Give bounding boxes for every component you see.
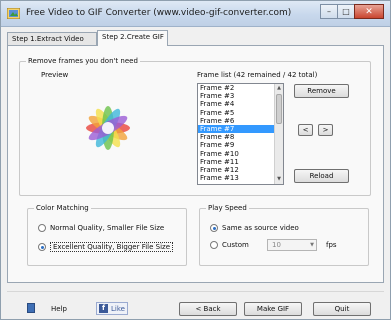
list-item[interactable]: Frame #10 bbox=[198, 150, 283, 158]
facebook-icon: f bbox=[99, 304, 108, 313]
scroll-down-icon[interactable]: ▼ bbox=[275, 175, 283, 184]
custom-speed-radio[interactable] bbox=[210, 241, 218, 249]
list-item[interactable]: Frame #4 bbox=[198, 100, 283, 108]
help-book-icon[interactable] bbox=[27, 303, 35, 313]
same-as-source-radio[interactable] bbox=[210, 224, 218, 232]
custom-fps-select[interactable]: 10 ▼ bbox=[267, 239, 317, 251]
list-item-selected[interactable]: Frame #7 bbox=[198, 124, 283, 134]
list-item[interactable]: Frame #6 bbox=[198, 117, 283, 125]
play-speed-title: Play Speed bbox=[206, 204, 249, 212]
back-button[interactable]: < Back bbox=[179, 302, 237, 316]
excellent-quality-label: Excellent Quality, Bigger File Size bbox=[50, 242, 174, 252]
frame-list[interactable]: Frame #2 Frame #3 Frame #4 Frame #5 Fram… bbox=[197, 83, 284, 185]
list-item[interactable]: Frame #8 bbox=[198, 133, 283, 141]
list-item[interactable]: Frame #13 bbox=[198, 174, 283, 182]
same-as-source-label: Same as source video bbox=[222, 224, 299, 232]
custom-fps-value: 10 bbox=[272, 241, 281, 249]
color-matching-group: Color Matching bbox=[27, 204, 187, 266]
next-frame-button[interactable]: > bbox=[318, 124, 333, 136]
custom-speed-option[interactable]: Custom bbox=[210, 241, 249, 249]
app-icon bbox=[7, 8, 20, 19]
tab-create-gif[interactable]: Step 2.Create GIF bbox=[97, 30, 168, 46]
facebook-like-button[interactable]: f Like bbox=[96, 302, 128, 315]
list-item[interactable]: Frame #9 bbox=[198, 141, 283, 149]
window-title: Free Video to GIF Converter (www.video-g… bbox=[26, 8, 292, 18]
scroll-thumb[interactable] bbox=[276, 94, 282, 124]
footer-divider bbox=[7, 291, 384, 292]
frame-list-label: Frame list (42 remained / 42 total) bbox=[197, 71, 318, 79]
tab-extract-video[interactable]: Step 1.Extract Video bbox=[7, 32, 97, 46]
quit-button[interactable]: Quit bbox=[313, 302, 371, 316]
custom-speed-label: Custom bbox=[222, 241, 249, 249]
like-label: Like bbox=[111, 304, 125, 313]
window-controls: – □ ✕ bbox=[320, 4, 384, 20]
same-as-source-option[interactable]: Same as source video bbox=[210, 224, 299, 232]
color-matching-title: Color Matching bbox=[34, 204, 91, 212]
remove-frames-title: Remove frames you don't need bbox=[26, 57, 140, 65]
title-bar[interactable]: Free Video to GIF Converter (www.video-g… bbox=[1, 1, 390, 27]
excellent-quality-option[interactable]: Excellent Quality, Bigger File Size bbox=[38, 242, 174, 252]
app-window: Free Video to GIF Converter (www.video-g… bbox=[0, 0, 391, 320]
preview-label: Preview bbox=[41, 71, 69, 79]
play-speed-group: Play Speed bbox=[199, 204, 369, 266]
normal-quality-radio[interactable] bbox=[38, 224, 46, 232]
list-item[interactable]: Frame #12 bbox=[198, 166, 283, 174]
fps-label: fps bbox=[326, 241, 337, 249]
close-button[interactable]: ✕ bbox=[354, 4, 384, 19]
frame-preview-image bbox=[86, 106, 130, 150]
list-item[interactable]: Frame #3 bbox=[198, 92, 283, 100]
prev-frame-button[interactable]: < bbox=[298, 124, 313, 136]
list-item[interactable]: Frame #5 bbox=[198, 109, 283, 117]
reload-button[interactable]: Reload bbox=[294, 169, 349, 183]
list-item[interactable]: Frame #11 bbox=[198, 158, 283, 166]
chevron-down-icon: ▼ bbox=[310, 242, 314, 248]
list-item[interactable]: Frame #2 bbox=[198, 84, 283, 92]
scroll-up-icon[interactable]: ▲ bbox=[275, 84, 283, 93]
minimize-button[interactable]: – bbox=[320, 4, 338, 19]
make-gif-button[interactable]: Make GIF bbox=[244, 302, 302, 316]
excellent-quality-radio[interactable] bbox=[38, 243, 46, 251]
help-link[interactable]: Help bbox=[51, 305, 67, 313]
frame-list-scrollbar[interactable]: ▲ ▼ bbox=[274, 84, 283, 184]
normal-quality-label: Normal Quality, Smaller File Size bbox=[50, 224, 165, 232]
remove-button[interactable]: Remove bbox=[294, 84, 349, 98]
maximize-button[interactable]: □ bbox=[337, 4, 355, 19]
normal-quality-option[interactable]: Normal Quality, Smaller File Size bbox=[38, 224, 164, 232]
